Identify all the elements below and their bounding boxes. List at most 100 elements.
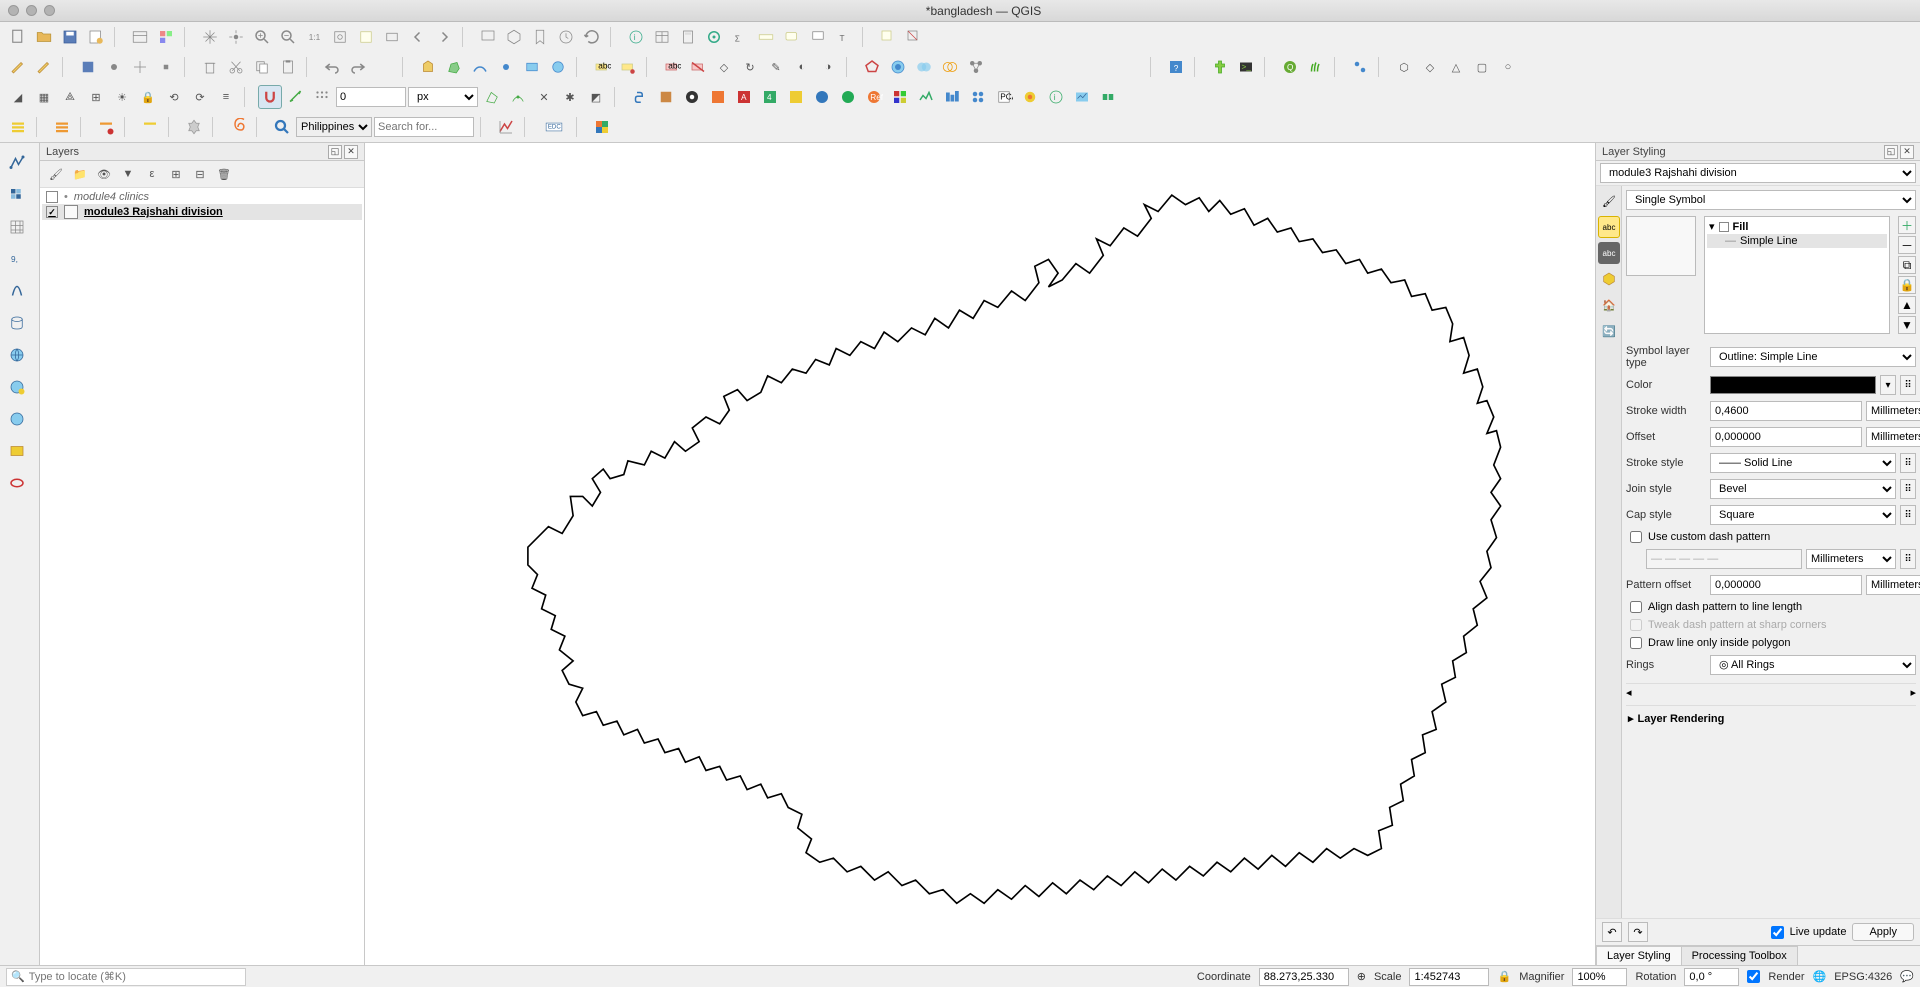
remove-symbol-layer-button[interactable]: －	[1898, 236, 1916, 254]
zoom-out-icon[interactable]	[276, 25, 300, 49]
label-rotate-icon[interactable]: ↻	[738, 55, 762, 79]
add-line-icon[interactable]	[468, 55, 492, 79]
map-canvas[interactable]	[365, 143, 1595, 965]
plugin-11-icon[interactable]	[914, 85, 938, 109]
chart-icon[interactable]	[494, 115, 518, 139]
plugin-16-icon[interactable]: i	[1044, 85, 1068, 109]
python-console-icon[interactable]: >_	[1234, 55, 1258, 79]
py-icon[interactable]	[628, 85, 652, 109]
locator-input[interactable]	[29, 971, 241, 983]
label-move-icon[interactable]: ◇	[712, 55, 736, 79]
snap-grid-icon[interactable]	[310, 85, 334, 109]
processing-toolbox-icon[interactable]	[702, 25, 726, 49]
plugin-8-icon[interactable]	[836, 85, 860, 109]
mesh-6-icon[interactable]: 🔒	[136, 85, 160, 109]
snap-self-icon[interactable]: ✕	[532, 85, 556, 109]
add-wms-icon[interactable]	[3, 341, 31, 369]
mesh-5-icon[interactable]: ☀	[110, 85, 134, 109]
plugin-4-icon[interactable]: A	[732, 85, 756, 109]
plugin-15-icon[interactable]	[1018, 85, 1042, 109]
tab-processing-toolbox[interactable]: Processing Toolbox	[1681, 946, 1798, 965]
mesh-3-icon[interactable]: ⟁	[58, 85, 82, 109]
symbol-type-select[interactable]: Single Symbol	[1626, 190, 1916, 210]
add-vector-icon[interactable]	[3, 149, 31, 177]
layer-row[interactable]: • module4 clinics	[42, 190, 362, 204]
color-tool-icon[interactable]	[590, 115, 614, 139]
shape-digitize-5-icon[interactable]: ○	[1496, 55, 1520, 79]
color-picker[interactable]	[1710, 376, 1876, 394]
measure-icon[interactable]	[754, 25, 778, 49]
layer-expression-icon[interactable]: ε	[142, 164, 162, 184]
annotation-icon[interactable]	[806, 25, 830, 49]
cap-style-select[interactable]: Square	[1710, 505, 1896, 525]
identify-icon[interactable]: i	[624, 25, 648, 49]
search-icon[interactable]	[270, 115, 294, 139]
map-tips-icon[interactable]	[780, 25, 804, 49]
zoom-in-icon[interactable]	[250, 25, 274, 49]
align-dash-checkbox[interactable]	[1630, 601, 1642, 613]
pan-to-selection-icon[interactable]	[224, 25, 248, 49]
copy-features-icon[interactable]	[250, 55, 274, 79]
scroll-right-icon[interactable]: ▸	[1910, 686, 1916, 699]
digitize-shape-icon[interactable]	[416, 55, 440, 79]
plugin-14-icon[interactable]: PCA	[992, 85, 1016, 109]
layer-style-icon[interactable]: 🖌	[46, 164, 66, 184]
window-minimize-button[interactable]	[26, 5, 37, 16]
move-down-button[interactable]: ▼	[1898, 316, 1916, 334]
plugin-10-icon[interactable]	[888, 85, 912, 109]
intersect-icon[interactable]	[938, 55, 962, 79]
buffer-icon[interactable]	[886, 55, 910, 79]
current-edits-icon[interactable]	[6, 55, 30, 79]
layout-manager-icon[interactable]	[128, 25, 152, 49]
color-menu-button[interactable]: ▾	[1880, 375, 1896, 395]
mesh-8-icon[interactable]: ⟳	[188, 85, 212, 109]
add-feature-icon[interactable]	[102, 55, 126, 79]
add-symbol-layer-button[interactable]: ＋	[1898, 216, 1916, 234]
expand-icon[interactable]: ▾	[1709, 220, 1715, 233]
plugin-6-icon[interactable]	[784, 85, 808, 109]
locator[interactable]: 🔍	[6, 968, 246, 986]
stroke-width-unit-select[interactable]: Millimeters	[1866, 401, 1920, 421]
shape-digitize-1-icon[interactable]: ⬡	[1392, 55, 1416, 79]
redo-icon[interactable]	[346, 55, 370, 79]
refresh-icon[interactable]	[580, 25, 604, 49]
label-show-icon[interactable]: abc	[660, 55, 684, 79]
diagrams-tab-icon[interactable]: 🏠	[1598, 294, 1620, 316]
plugin-3-icon[interactable]	[706, 85, 730, 109]
plugin-12-icon[interactable]	[940, 85, 964, 109]
layer-filter-icon[interactable]: ▼	[118, 164, 138, 184]
new-bookmark-icon[interactable]	[528, 25, 552, 49]
add-spatialite-icon[interactable]	[3, 277, 31, 305]
history-tab-icon[interactable]: 🔄	[1598, 320, 1620, 342]
add-raster-icon[interactable]	[3, 181, 31, 209]
save-edits-icon[interactable]	[76, 55, 100, 79]
3d-tab-icon[interactable]	[1598, 268, 1620, 290]
plugin-17-icon[interactable]	[1070, 85, 1094, 109]
duplicate-symbol-layer-button[interactable]: ⧉	[1898, 256, 1916, 274]
shape-digitize-2-icon[interactable]: ◇	[1418, 55, 1442, 79]
new-3d-view-icon[interactable]	[502, 25, 526, 49]
attributes-table-icon[interactable]	[650, 25, 674, 49]
crs-label[interactable]: EPSG:4326	[1834, 971, 1892, 983]
new-project-icon[interactable]	[6, 25, 30, 49]
visibility-checkbox[interactable]	[46, 191, 58, 203]
mesh-9-icon[interactable]: ≡	[214, 85, 238, 109]
tab-layer-styling[interactable]: Layer Styling	[1596, 946, 1682, 965]
save-project-icon[interactable]	[58, 25, 82, 49]
search-input[interactable]	[374, 117, 474, 137]
new-print-layout-icon[interactable]	[84, 25, 108, 49]
delete-selected-icon[interactable]	[198, 55, 222, 79]
layer-filter-3-icon[interactable]	[94, 115, 118, 139]
layer-collapse-icon[interactable]: ⊟	[190, 164, 210, 184]
layer-filter-4-icon[interactable]	[138, 115, 162, 139]
zoom-layer-icon[interactable]	[380, 25, 404, 49]
plugin-1-icon[interactable]	[654, 85, 678, 109]
node-tool-icon[interactable]	[154, 55, 178, 79]
data-defined-button[interactable]: ⠿	[1900, 479, 1916, 499]
label-change-icon[interactable]: ✎	[764, 55, 788, 79]
undo-style-button[interactable]: ↶	[1602, 922, 1622, 942]
pan-icon[interactable]	[198, 25, 222, 49]
toggle-editing-icon[interactable]	[32, 55, 56, 79]
add-postgis-icon[interactable]	[3, 309, 31, 337]
data-defined-button[interactable]: ⠿	[1900, 549, 1916, 569]
